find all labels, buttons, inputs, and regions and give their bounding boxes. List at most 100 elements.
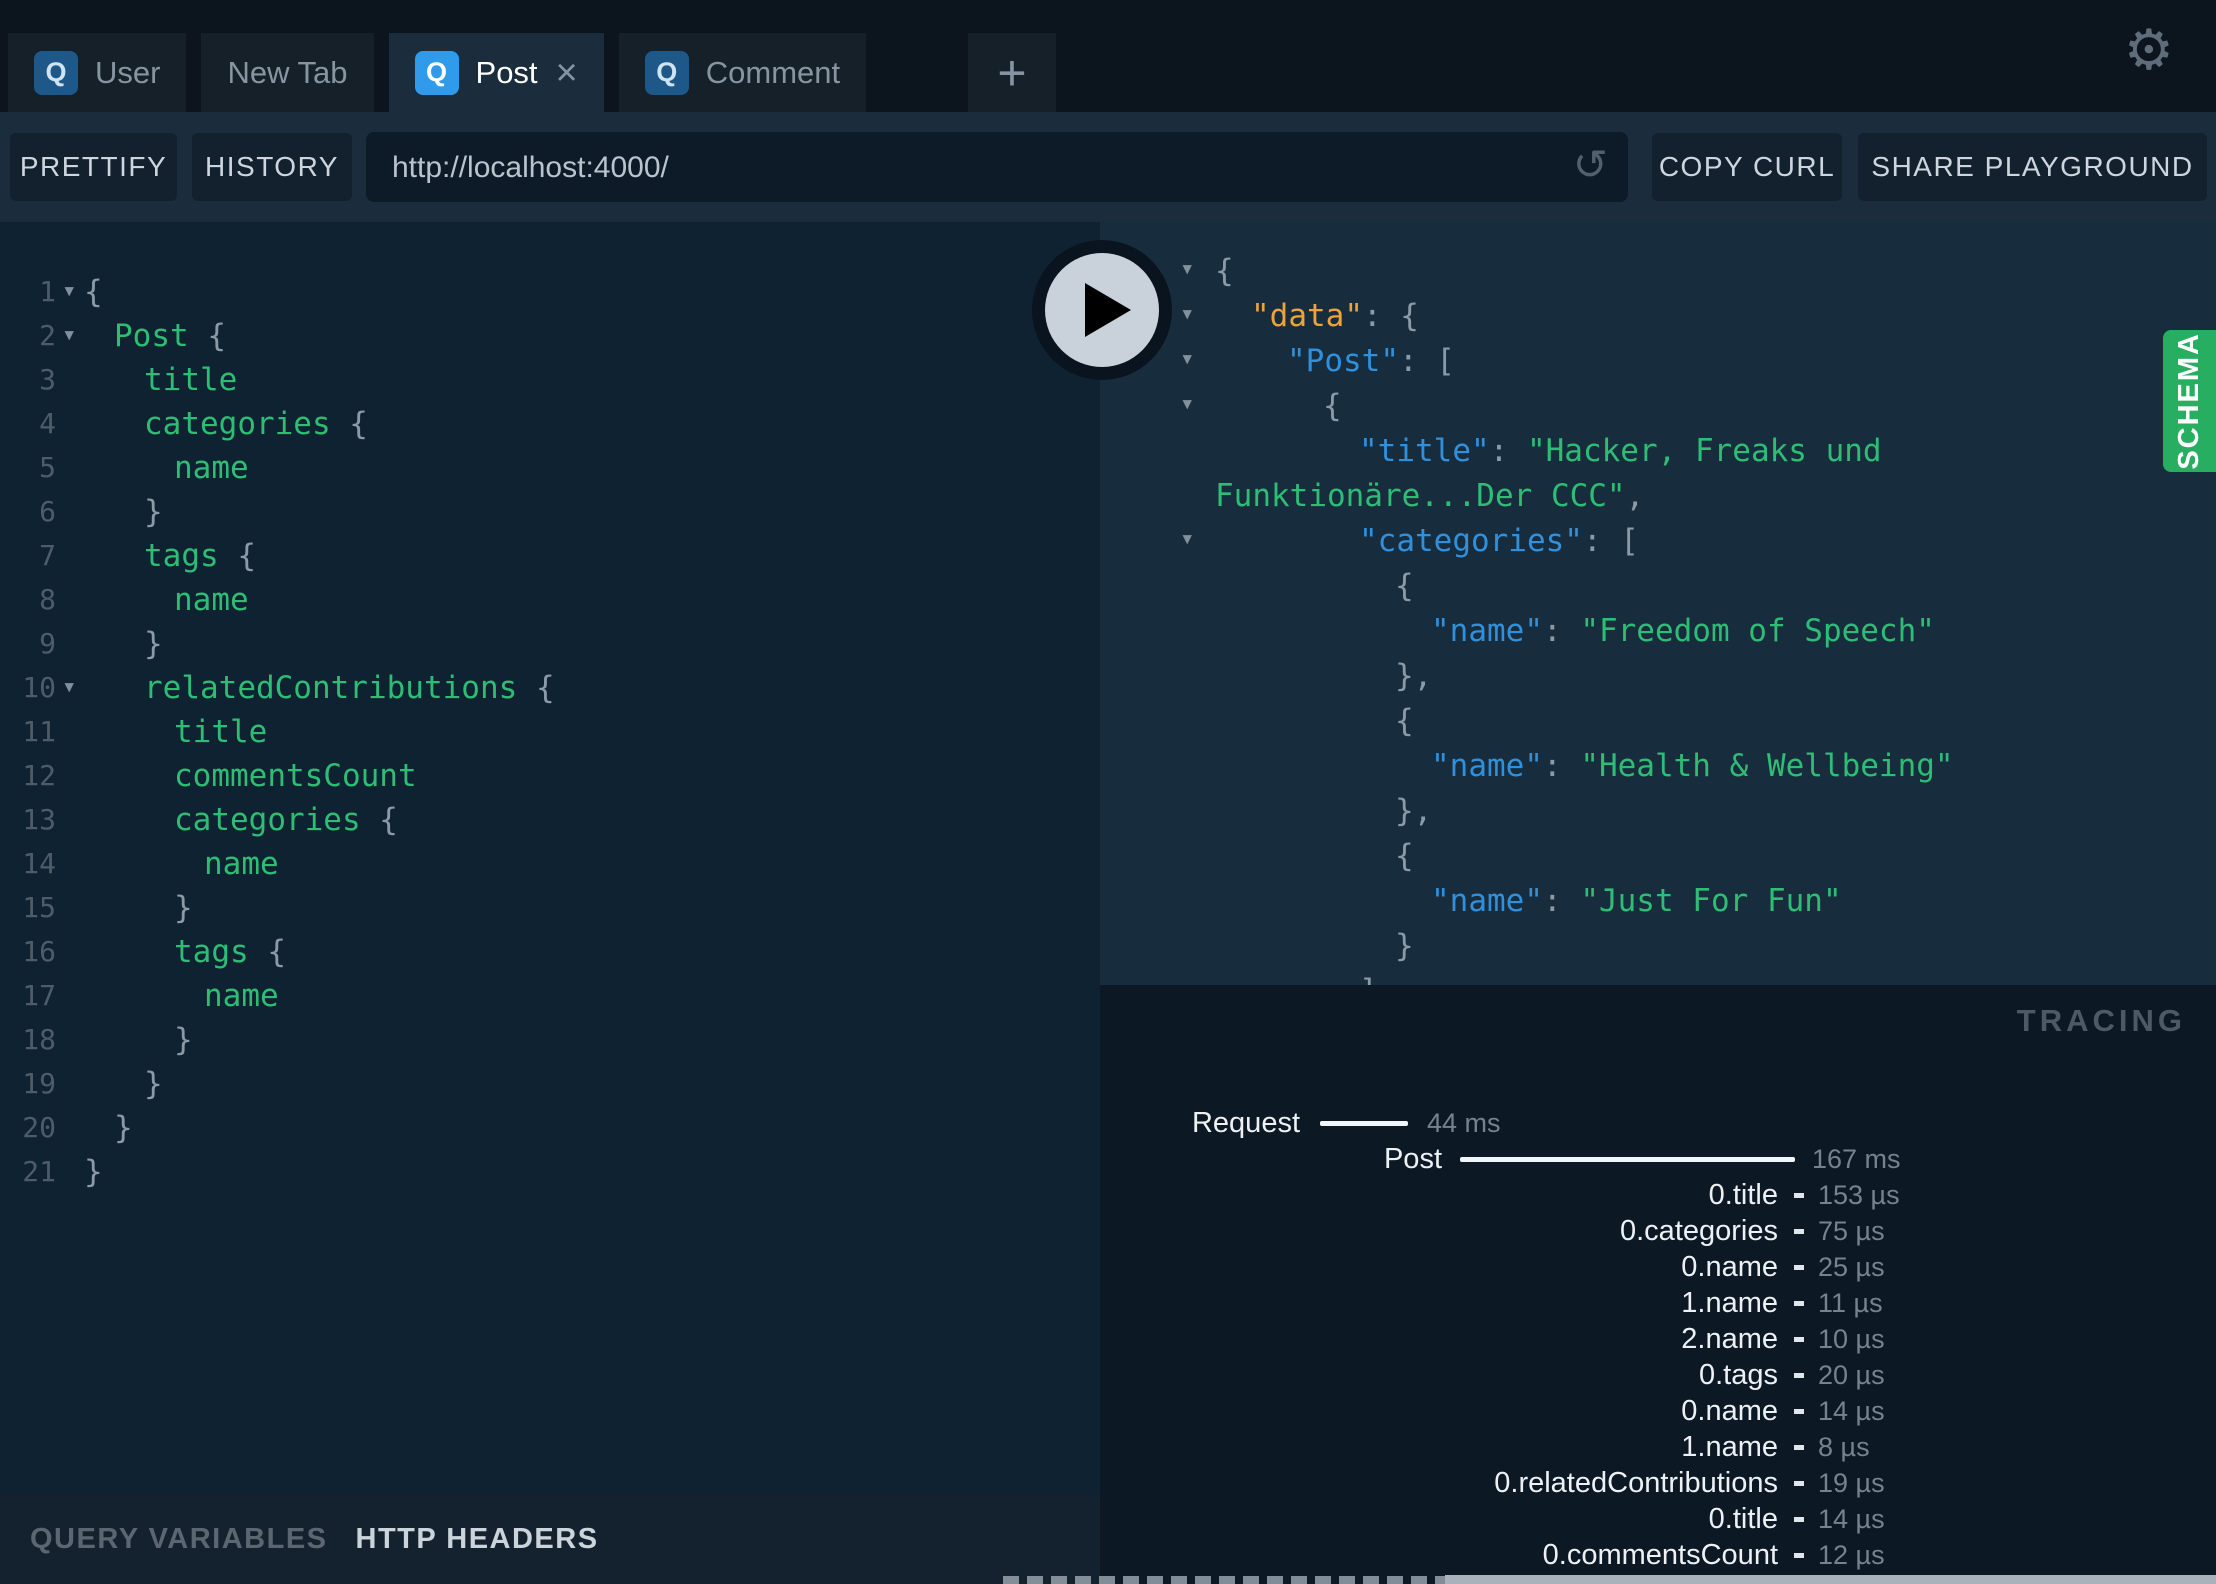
code-text: "name": "Freedom of Speech" — [1431, 609, 1935, 654]
query-badge: Q — [644, 50, 689, 95]
tracing-panel: TRACING Request 44 ms Post 167 ms 0.title 153… — [1100, 985, 2216, 1584]
code-text: } — [84, 1150, 103, 1194]
endpoint-url-input[interactable] — [390, 132, 1544, 204]
tracing-label: Post — [1383, 1143, 1442, 1175]
response-line: { — [1100, 699, 2216, 744]
code-text: categories { — [174, 798, 398, 842]
tracing-label: 0.title — [1708, 1179, 1778, 1211]
tab-post[interactable]: Q Post × — [388, 33, 604, 112]
tracing-label: 0.name — [1681, 1395, 1778, 1427]
fold-arrow-icon[interactable]: ▾ — [1180, 246, 1194, 291]
token: categories — [174, 802, 361, 838]
token: }, — [1395, 793, 1433, 829]
duration-tick — [1794, 1301, 1804, 1306]
code-text: { — [1323, 384, 1342, 429]
token: { — [1395, 568, 1414, 604]
code-text: name — [204, 842, 279, 886]
fold-arrow-icon[interactable]: ▾ — [62, 268, 76, 312]
editor-line: 17 name — [0, 974, 1100, 1018]
token: } — [114, 1110, 133, 1146]
tracing-label: 1.name — [1681, 1287, 1778, 1319]
execute-query-button[interactable] — [1032, 240, 1172, 380]
tracing-duration: 167 ms — [1812, 1144, 1901, 1174]
tab-comment[interactable]: Q Comment — [618, 33, 867, 112]
query-editor[interactable]: 1 ▾{2 ▾ Post {3 title 4 categories {5 name 6} 7 ta… — [0, 222, 1100, 1495]
tab-new-tab[interactable]: New Tab — [201, 33, 374, 112]
fold-arrow-icon[interactable]: ▾ — [1180, 336, 1194, 381]
duration-tick — [1794, 1517, 1804, 1522]
tab-query-variables[interactable]: QUERY VARIABLES — [30, 1523, 328, 1556]
tracing-duration: 11 µs — [1818, 1288, 1883, 1318]
tab-bar: Q User New Tab Q Post × Q Comment + ⚙ — [0, 0, 2216, 112]
line-number: 9 — [39, 627, 56, 660]
code-text: } — [144, 1062, 163, 1106]
fold-arrow-icon[interactable]: ▾ — [62, 664, 76, 708]
code-text: { — [1395, 699, 1414, 744]
token: } — [84, 1154, 103, 1190]
token: { — [248, 934, 286, 970]
tracing-row-request: Request 44 ms — [1100, 1105, 2216, 1141]
code-text: { — [1395, 834, 1414, 879]
code-text: } — [144, 490, 163, 534]
token: } — [144, 1066, 163, 1102]
fold-arrow-icon[interactable]: ▾ — [62, 312, 76, 356]
editor-line: 9} — [0, 622, 1100, 666]
code-text: "title": "Hacker, Freaks und — [1359, 429, 1882, 474]
response-line: } — [1100, 924, 2216, 969]
code-text: relatedContributions { — [144, 666, 555, 710]
line-number: 3 — [39, 363, 56, 396]
tracing-row-2-name: 2.name 10 µs — [1100, 1321, 2216, 1357]
token: ] — [1359, 973, 1378, 985]
query-badge: Q — [414, 50, 459, 95]
line-number: 19 — [22, 1067, 56, 1100]
editor-line: 12 commentsCount — [0, 754, 1100, 798]
variables-footer: QUERY VARIABLES HTTP HEADERS — [0, 1495, 1100, 1584]
code-text: } — [1395, 924, 1414, 969]
close-tab-icon[interactable]: × — [556, 54, 578, 92]
line-number: 17 — [22, 979, 56, 1012]
tab-user[interactable]: Q User — [8, 33, 187, 112]
token: { — [360, 802, 398, 838]
schema-tab[interactable]: SCHEMA — [2163, 330, 2216, 472]
code-text: { — [1215, 249, 1234, 294]
history-button[interactable]: HISTORY — [192, 133, 352, 201]
token: } — [144, 494, 163, 530]
response-line: ▾{ — [1100, 249, 2216, 294]
fold-arrow-icon[interactable]: ▾ — [1180, 516, 1194, 561]
schema-tab-label: SCHEMA — [2173, 332, 2205, 470]
token: "name" — [1431, 883, 1543, 919]
line-number: 6 — [39, 495, 56, 528]
code-text: title — [144, 358, 237, 402]
tracing-label: 0.name — [1681, 1251, 1778, 1283]
response-line: ] — [1100, 969, 2216, 985]
new-tab-button[interactable]: + — [968, 33, 1056, 112]
token: "Post" — [1287, 343, 1399, 379]
token: { — [218, 538, 256, 574]
share-playground-button[interactable]: SHARE PLAYGROUND — [1858, 133, 2207, 201]
fold-arrow-icon[interactable]: ▾ — [1180, 291, 1194, 336]
token: "Just For Fun" — [1580, 883, 1842, 919]
response-line: ▾ "data": { — [1100, 294, 2216, 339]
token: { — [330, 406, 368, 442]
reload-icon[interactable]: ↺ — [1573, 144, 1608, 186]
line-number: 18 — [22, 1023, 56, 1056]
prettify-button[interactable]: PRETTIFY — [10, 133, 177, 201]
token: { — [1395, 703, 1414, 739]
editor-line: 1 ▾{ — [0, 270, 1100, 314]
duration-tick — [1794, 1373, 1804, 1378]
code-text: }, — [1395, 654, 1432, 699]
duration-tick — [1794, 1265, 1804, 1270]
token: commentsCount — [174, 758, 417, 794]
token: name — [204, 846, 279, 882]
token: { — [188, 318, 226, 354]
settings-gear-icon[interactable]: ⚙ — [2124, 22, 2174, 78]
horizontal-scrollbar[interactable] — [1445, 1575, 2216, 1584]
copy-curl-button[interactable]: COPY CURL — [1652, 133, 1842, 201]
fold-arrow-icon[interactable]: ▾ — [1180, 381, 1194, 426]
token: "data" — [1251, 298, 1363, 334]
tab-http-headers[interactable]: HTTP HEADERS — [356, 1523, 599, 1556]
execute-button-circle — [1045, 253, 1159, 367]
tracing-row-0-relatedcontributions: 0.relatedContributions 19 µs — [1100, 1465, 2216, 1501]
duration-tick — [1794, 1481, 1804, 1486]
token: tags — [144, 538, 219, 574]
